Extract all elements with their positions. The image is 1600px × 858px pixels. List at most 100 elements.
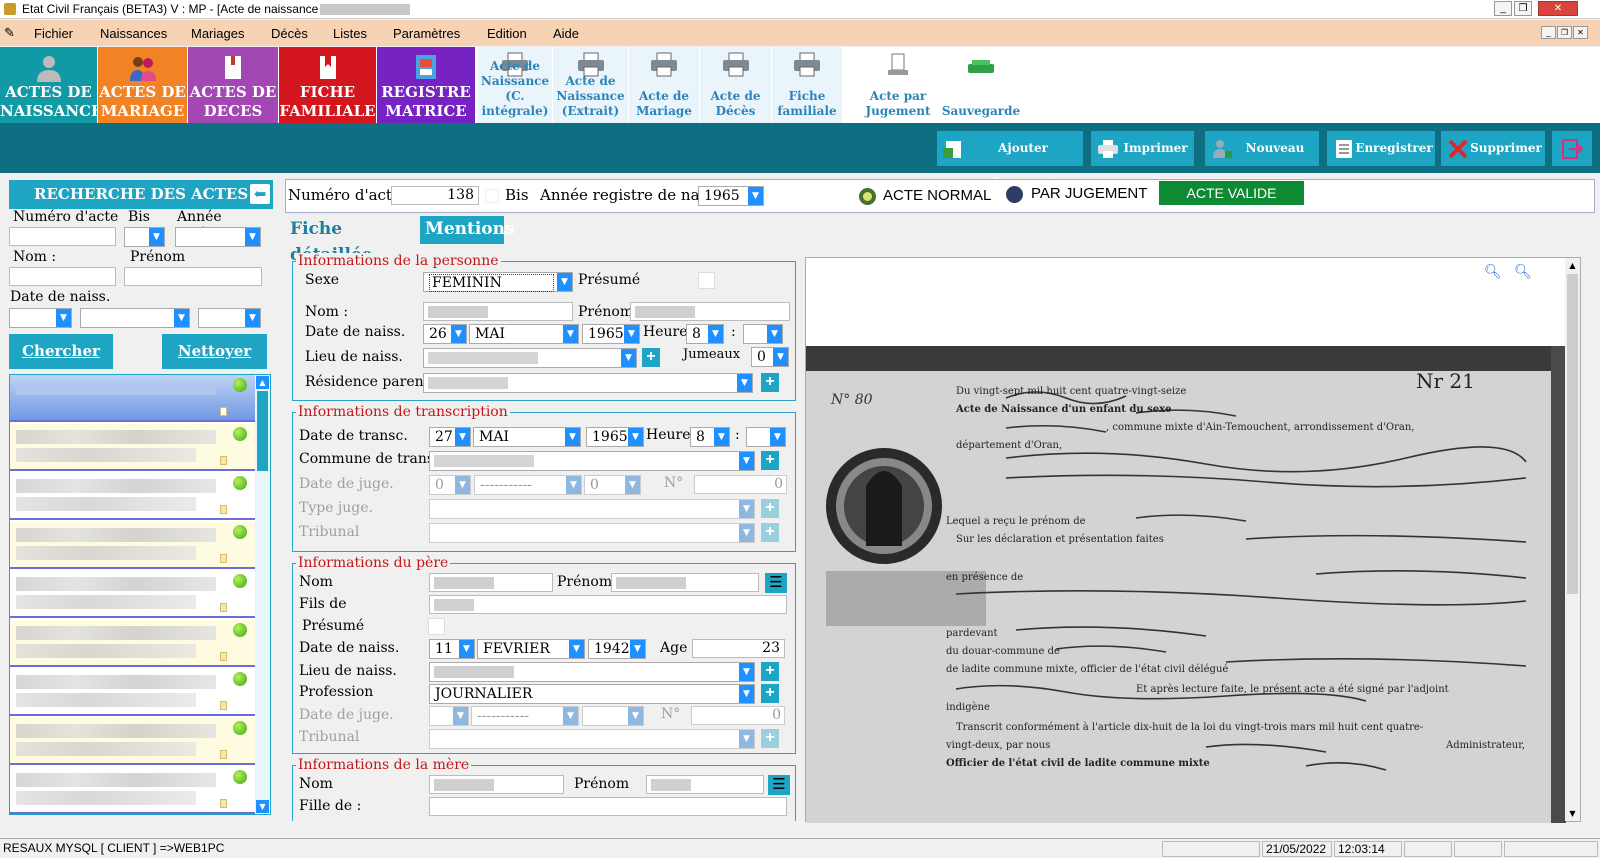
chevron-down-icon[interactable]: ▼ xyxy=(739,730,754,748)
tab-fiche-detaillee[interactable]: Fiche détaillée xyxy=(285,216,414,265)
chevron-down-icon[interactable]: ▼ xyxy=(566,476,581,494)
print-acte-mariage-button[interactable]: Acte de Mariage xyxy=(629,47,699,123)
heure-combo[interactable]: 8 ▼ xyxy=(690,427,730,447)
minute-combo[interactable]: ▼ xyxy=(743,324,783,344)
chevron-down-icon[interactable]: ▼ xyxy=(149,228,164,246)
chevron-down-icon[interactable]: ▼ xyxy=(739,452,754,470)
minimize-icon[interactable]: _ xyxy=(1494,1,1512,16)
dj-year-combo[interactable]: 0 ▼ xyxy=(584,475,641,495)
commune-transc-combo[interactable]: ▼ xyxy=(429,451,755,471)
list-menu-icon[interactable]: ☰ xyxy=(765,573,787,593)
dj-month-combo[interactable]: ----------- ▼ xyxy=(471,706,579,726)
list-item[interactable] xyxy=(10,620,255,667)
scroll-down-icon[interactable]: ▼ xyxy=(256,800,269,813)
nom-input[interactable] xyxy=(9,267,116,286)
age-input[interactable]: 23 xyxy=(692,639,785,658)
chevron-down-icon[interactable]: ▼ xyxy=(455,428,470,446)
tribunal-combo[interactable]: ▼ xyxy=(429,729,755,749)
registre-matrice-button[interactable]: REGISTRE MATRICE xyxy=(377,47,475,123)
list-scrollbar[interactable]: ▲ ▼ xyxy=(255,375,270,814)
chevron-down-icon[interactable]: ▼ xyxy=(624,325,639,343)
tab-mentions[interactable]: Mentions xyxy=(420,216,515,244)
month-combo[interactable]: MAI ▼ xyxy=(469,324,579,344)
chevron-down-icon[interactable]: ▼ xyxy=(630,640,645,658)
add-lieu-button[interactable]: + xyxy=(642,348,660,367)
chevron-down-icon[interactable]: ▼ xyxy=(563,325,578,343)
sexe-combo[interactable]: FEMININ ▼ xyxy=(423,272,573,292)
month-combo[interactable]: MAI ▼ xyxy=(473,427,581,447)
mere-nom-input[interactable] xyxy=(429,775,564,794)
enregistrer-button[interactable]: Enregistrer xyxy=(1327,131,1435,166)
sauvegarde-button[interactable]: Sauvegarde xyxy=(940,47,1022,123)
year-combo[interactable]: 1965 ▼ xyxy=(586,427,644,447)
restore-icon[interactable]: ❐ xyxy=(1514,1,1532,16)
dj-day-combo[interactable]: 0 ▼ xyxy=(429,475,471,495)
imprimer-button[interactable]: Imprimer xyxy=(1091,131,1194,166)
chevron-down-icon[interactable]: ▼ xyxy=(557,273,572,291)
add-tribunal-button[interactable]: + xyxy=(761,523,779,542)
type-juge-combo[interactable]: ▼ xyxy=(429,499,755,519)
month-combo[interactable]: ▼ xyxy=(80,308,190,328)
bis-checkbox[interactable] xyxy=(485,189,499,203)
chevron-down-icon[interactable]: ▼ xyxy=(569,640,584,658)
chevron-down-icon[interactable]: ▼ xyxy=(739,500,754,518)
chevron-down-icon[interactable]: ▼ xyxy=(628,707,643,725)
viewer-scrollbar[interactable]: ▲ ▼ xyxy=(1565,258,1580,821)
zoom-in-icon[interactable]: 🔍︎ xyxy=(1484,264,1502,280)
list-item[interactable] xyxy=(10,669,255,716)
no-jugement-input[interactable]: 0 xyxy=(694,475,787,494)
print-fiche-familiale-button[interactable]: Fiche familiale xyxy=(772,47,842,123)
zoom-out-icon[interactable]: 🔍︎ xyxy=(1514,264,1532,280)
mdi-minimize-icon[interactable]: _ xyxy=(1541,26,1556,39)
presume-checkbox[interactable] xyxy=(698,272,715,289)
list-item[interactable] xyxy=(10,767,255,814)
supprimer-button[interactable]: Supprimer xyxy=(1441,131,1545,166)
exit-button[interactable] xyxy=(1552,131,1592,166)
mdi-restore-icon[interactable]: ❐ xyxy=(1557,26,1572,39)
numero-acte-input[interactable]: 138 xyxy=(391,186,479,205)
year-combo[interactable]: ▼ xyxy=(198,308,261,328)
profession-combo[interactable]: JOURNALIER ▼ xyxy=(429,684,755,704)
add-commune-button[interactable]: + xyxy=(761,451,779,470)
add-tribunal-button[interactable]: + xyxy=(761,729,779,748)
day-combo[interactable]: 26 ▼ xyxy=(423,324,467,344)
chevron-down-icon[interactable]: ▼ xyxy=(459,640,474,658)
chevron-down-icon[interactable]: ▼ xyxy=(56,309,71,327)
prenom-input[interactable] xyxy=(630,302,790,321)
no-jugement-input[interactable]: 0 xyxy=(691,706,785,725)
scroll-down-icon[interactable]: ▼ xyxy=(1566,807,1579,820)
chevron-down-icon[interactable]: ▼ xyxy=(563,707,578,725)
par-jugement-radio[interactable] xyxy=(1006,186,1023,203)
chevron-down-icon[interactable]: ▼ xyxy=(770,428,785,446)
year-combo[interactable]: 1965 ▼ xyxy=(582,324,640,344)
scroll-thumb[interactable] xyxy=(1567,274,1578,594)
chevron-down-icon[interactable]: ▼ xyxy=(245,228,260,246)
print-acte-naissance-extrait-button[interactable]: Acte de Naissance (Extrait) xyxy=(553,47,628,123)
annee-registre-combo[interactable]: 1965 ▼ xyxy=(698,186,764,206)
chevron-down-icon[interactable]: ▼ xyxy=(714,428,729,446)
pere-lieu-combo[interactable]: ▼ xyxy=(429,662,755,682)
menu-fichier[interactable]: Fichier xyxy=(34,26,73,41)
nom-input[interactable] xyxy=(423,302,573,321)
close-icon[interactable]: ✕ xyxy=(1538,1,1578,16)
list-item[interactable] xyxy=(10,375,255,422)
add-residence-button[interactable]: + xyxy=(761,373,779,392)
presume-checkbox[interactable] xyxy=(428,618,445,635)
collapse-icon[interactable]: ⬅ xyxy=(250,184,270,204)
list-item[interactable] xyxy=(10,522,255,569)
chevron-down-icon[interactable]: ▼ xyxy=(455,476,470,494)
menu-naissances[interactable]: Naissances xyxy=(100,26,167,41)
chevron-down-icon[interactable]: ▼ xyxy=(748,187,763,205)
list-item[interactable] xyxy=(10,718,255,765)
chevron-down-icon[interactable]: ▼ xyxy=(739,685,754,703)
tribunal-combo[interactable]: ▼ xyxy=(429,523,755,543)
chevron-down-icon[interactable]: ▼ xyxy=(565,428,580,446)
residence-combo[interactable]: ▼ xyxy=(423,373,753,393)
print-acte-deces-button[interactable]: Acte de Décès xyxy=(700,47,771,123)
lieu-naiss-combo[interactable]: ▼ xyxy=(423,348,637,368)
chevron-down-icon[interactable]: ▼ xyxy=(708,325,723,343)
dj-day-combo[interactable]: ▼ xyxy=(429,706,469,726)
actes-naissance-button[interactable]: ACTES DE NAISSANCE xyxy=(0,47,102,123)
add-lieu-button[interactable]: + xyxy=(761,662,779,681)
scroll-thumb[interactable] xyxy=(257,391,268,471)
